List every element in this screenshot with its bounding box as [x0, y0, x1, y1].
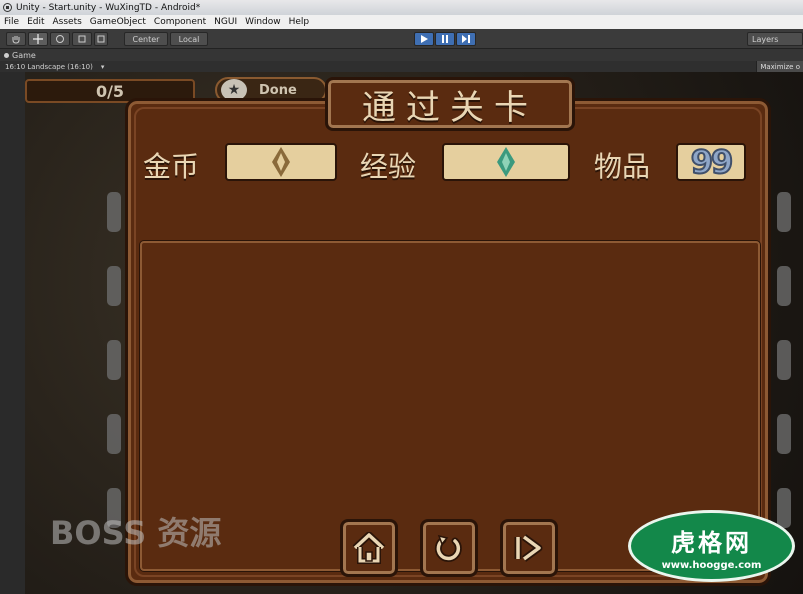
done-button-label: Done: [259, 82, 297, 98]
menu-window[interactable]: Window: [241, 17, 285, 27]
hand-icon: [12, 36, 20, 44]
rotate-tool-button[interactable]: [50, 32, 70, 46]
exp-gem-icon: [497, 147, 515, 177]
rect-tool-button[interactable]: [94, 32, 108, 46]
scale-tool-button[interactable]: [72, 32, 92, 46]
aspect-dropdown[interactable]: 16:10 Landscape (16:10): [5, 63, 93, 71]
dialog-title-plate: 通过关卡: [325, 77, 575, 131]
menu-gameobject[interactable]: GameObject: [86, 17, 150, 27]
hoogge-watermark-title: 虎格网: [671, 529, 752, 557]
hoogge-watermark-url: www.hoogge.com: [661, 560, 762, 571]
editor-toolbar: Center Local Layers: [0, 29, 803, 49]
aspect-dropdown-arrow-icon[interactable]: ▾: [101, 63, 105, 71]
maximize-label: Maximize o: [760, 62, 800, 71]
menu-edit[interactable]: Edit: [23, 17, 48, 27]
gold-value-box: [225, 143, 337, 181]
maximize-on-play-toggle[interactable]: Maximize o: [756, 61, 803, 72]
exp-label: 经验: [360, 150, 417, 183]
play-icon: [421, 35, 428, 43]
menu-file[interactable]: File: [0, 17, 23, 27]
menu-assets[interactable]: Assets: [49, 17, 86, 27]
layers-label: Layers: [752, 34, 779, 44]
play-button[interactable]: [414, 32, 434, 46]
rotate-icon: [56, 35, 64, 43]
space-toggle[interactable]: Local: [170, 32, 208, 46]
scale-icon: [78, 35, 86, 43]
move-icon: [33, 34, 43, 44]
items-label: 物品: [594, 150, 651, 183]
next-icon: [514, 534, 543, 562]
home-icon: [352, 532, 386, 564]
boss-watermark: BOSS 资源: [50, 514, 222, 552]
game-tab-icon: [4, 52, 9, 58]
game-tab[interactable]: Game: [0, 49, 803, 61]
gold-gem-icon: [272, 147, 290, 177]
pivot-label: Center: [132, 34, 160, 44]
move-tool-button[interactable]: [28, 32, 48, 46]
next-button[interactable]: [500, 519, 558, 577]
menu-bar: File Edit Assets GameObject Component NG…: [0, 15, 803, 29]
unity-editor-window: Unity - Start.unity - WuXingTD - Android…: [0, 0, 803, 594]
replay-button[interactable]: [420, 519, 478, 577]
wave-counter-text: 0/5: [95, 81, 125, 101]
space-label: Local: [178, 34, 200, 44]
menu-help[interactable]: Help: [285, 17, 314, 27]
hand-tool-button[interactable]: [6, 32, 26, 46]
menu-ngui[interactable]: NGUI: [210, 17, 241, 27]
step-button[interactable]: [456, 32, 476, 46]
pause-icon: [442, 35, 448, 43]
dialog-title: 通过关卡: [362, 87, 538, 128]
unity-logo-icon: [3, 3, 12, 12]
exp-value-box: [442, 143, 570, 181]
items-value-box: 99: [676, 142, 746, 182]
step-icon: [462, 35, 470, 43]
pause-button[interactable]: [435, 32, 455, 46]
replay-icon: [434, 534, 462, 562]
window-title: Unity - Start.unity - WuXingTD - Android…: [16, 2, 201, 13]
pivot-toggle[interactable]: Center: [124, 32, 168, 46]
hoogge-watermark: 虎格网 www.hoogge.com: [628, 510, 795, 582]
gold-label: 金币: [143, 150, 200, 183]
game-view-toolbar: 16:10 Landscape (16:10) ▾ Maximize o: [0, 61, 803, 72]
game-tab-label: Game: [12, 50, 36, 60]
layers-dropdown[interactable]: Layers: [747, 32, 803, 46]
items-count: 99: [690, 142, 734, 182]
rect-icon: [97, 35, 105, 43]
window-title-bar: Unity - Start.unity - WuXingTD - Android…: [0, 0, 803, 15]
home-button[interactable]: [340, 519, 398, 577]
menu-component[interactable]: Component: [150, 17, 210, 27]
